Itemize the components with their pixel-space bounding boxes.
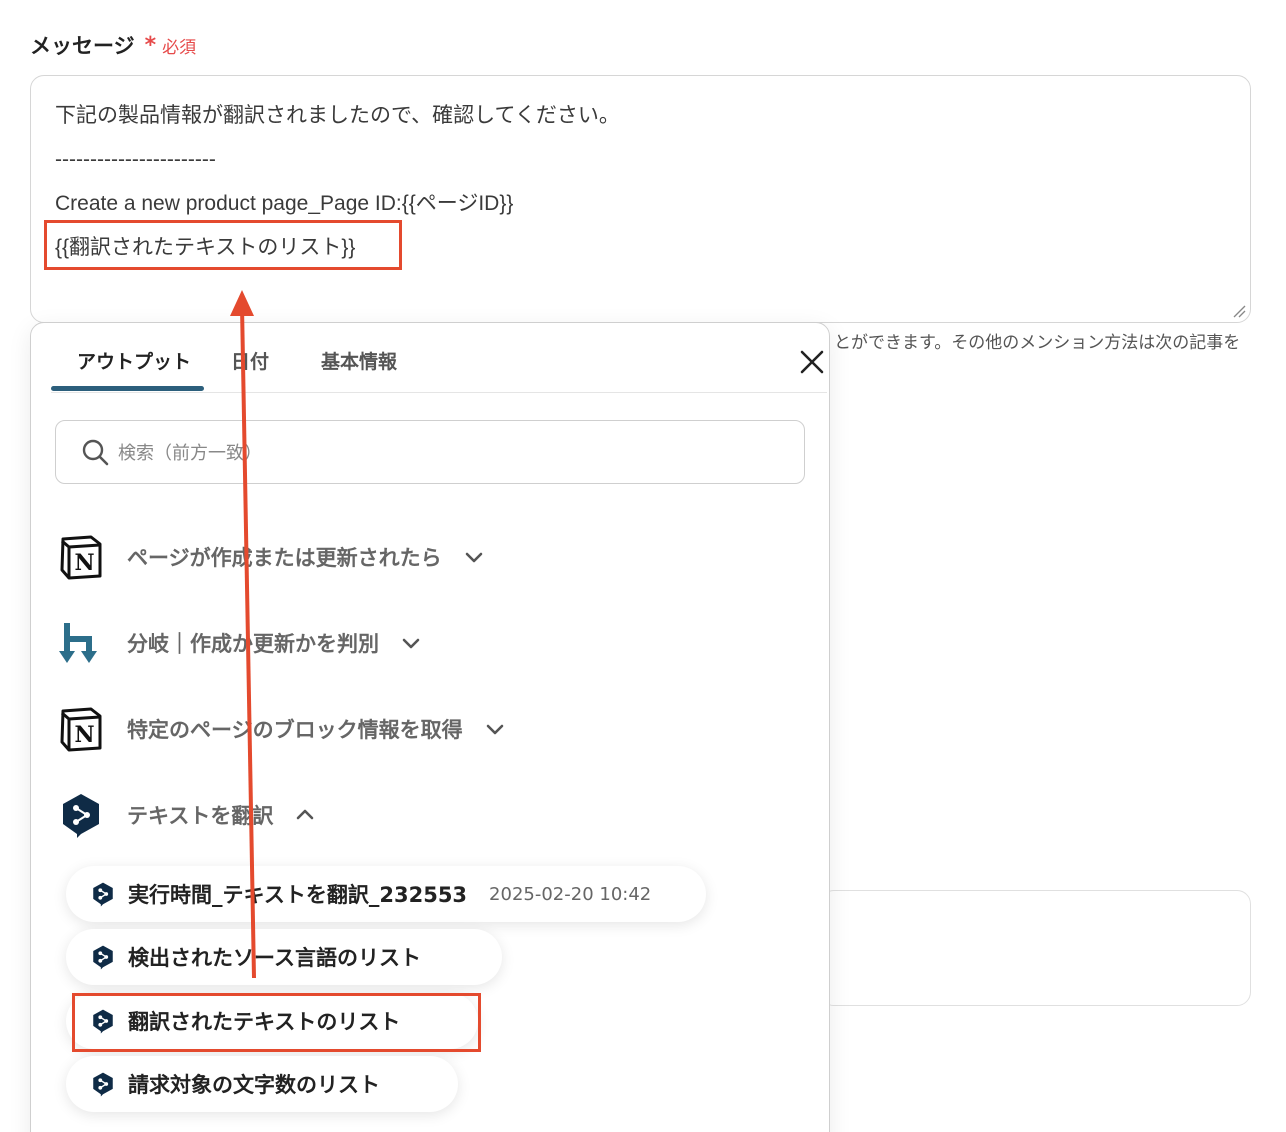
section-label: 特定のページのブロック情報を取得 <box>127 718 463 742</box>
branch-icon <box>59 623 97 663</box>
notion-icon: N <box>60 707 102 752</box>
section-branch[interactable]: 分岐｜作成か更新かを判別 <box>57 618 421 668</box>
section-page-trigger[interactable]: N ページが作成または更新されたら <box>57 532 484 582</box>
section-translate[interactable]: テキストを翻訳 <box>57 790 315 840</box>
field-label-text: メッセージ <box>30 34 135 58</box>
search-input[interactable] <box>118 433 778 473</box>
output-item-exec-time[interactable]: 実行時間_テキストを翻訳_232553 2025-02-20 10:42 <box>66 866 706 922</box>
chevron-up-icon <box>297 809 314 820</box>
highlight-selected-output <box>72 993 481 1052</box>
tab-bar: アウトプット 日付 基本情報 <box>51 323 827 393</box>
tab-date[interactable]: 日付 <box>231 347 269 374</box>
output-item-source-languages[interactable]: 検出されたソース言語のリスト <box>66 929 502 985</box>
tab-output[interactable]: アウトプット <box>77 347 191 374</box>
highlight-inserted-variable <box>44 220 402 270</box>
section-label: 分岐｜作成か更新かを判別 <box>127 632 379 656</box>
notion-icon: N <box>60 535 102 580</box>
active-tab-indicator <box>51 386 204 391</box>
message-line: 下記の製品情報が翻訳されましたので、確認してください。 <box>55 104 620 127</box>
svg-text:N: N <box>74 722 94 748</box>
output-item-label: 請求対象の文字数のリスト <box>128 1073 380 1097</box>
section-get-blocks[interactable]: N 特定のページのブロック情報を取得 <box>57 704 505 754</box>
chevron-down-icon <box>402 638 420 649</box>
search-icon <box>82 439 109 466</box>
deepl-icon <box>93 945 113 970</box>
chevron-down-icon <box>486 724 503 735</box>
close-icon[interactable] <box>797 347 827 377</box>
svg-text:N: N <box>74 550 94 576</box>
output-item-timestamp: 2025-02-20 10:42 <box>489 883 652 905</box>
required-asterisk: * <box>144 32 157 58</box>
section-label: ページが作成または更新されたら <box>127 546 442 570</box>
message-textarea[interactable]: 下記の製品情報が翻訳されましたので、確認してください。 ------------… <box>30 75 1251 323</box>
output-item-label: 実行時間_テキストを翻訳_232553 <box>128 883 468 907</box>
message-line: ----------------------- <box>55 148 216 171</box>
message-field-label: メッセージ * 必須 <box>30 30 196 60</box>
resize-grip-icon[interactable] <box>1232 304 1246 318</box>
deepl-icon <box>63 794 99 838</box>
output-item-label: 検出されたソース言語のリスト <box>128 946 421 970</box>
secondary-input[interactable] <box>820 890 1251 1006</box>
hint-text: とができます。その他のメンション方法は次の記事を <box>834 333 1241 353</box>
deepl-icon <box>93 882 113 907</box>
required-badge: 必須 <box>162 37 197 58</box>
chevron-down-icon <box>465 552 482 563</box>
tab-basic-info[interactable]: 基本情報 <box>321 347 397 374</box>
section-label: テキストを翻訳 <box>127 804 274 828</box>
deepl-icon <box>93 1072 113 1097</box>
search-box <box>55 420 805 484</box>
output-item-billed-characters[interactable]: 請求対象の文字数のリスト <box>66 1056 458 1112</box>
